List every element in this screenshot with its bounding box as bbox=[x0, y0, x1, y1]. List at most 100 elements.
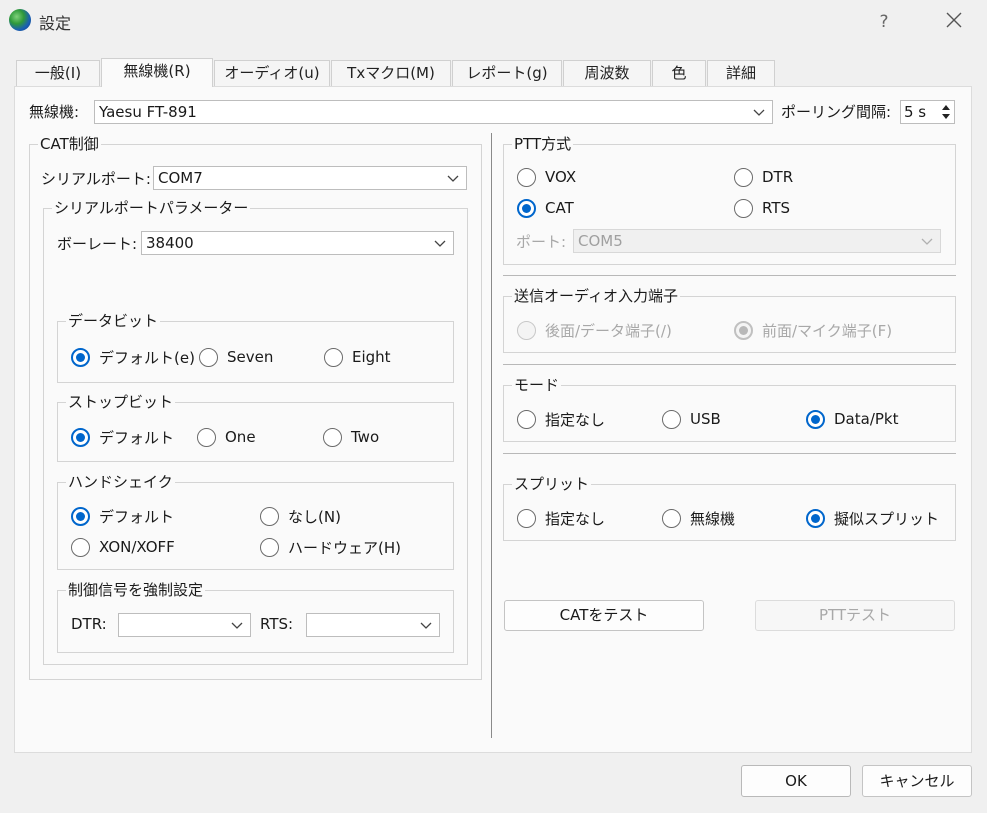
tab-general[interactable]: 一般(I) bbox=[16, 60, 100, 86]
radio-label: デフォルト(e) bbox=[99, 348, 195, 367]
title-bar bbox=[0, 0, 987, 44]
stop-bits-label: ストップビット bbox=[66, 392, 176, 412]
tab-advanced[interactable]: 詳細 bbox=[707, 60, 775, 86]
serial-port-value: COM7 bbox=[158, 169, 203, 187]
mode-label: モード bbox=[512, 375, 562, 395]
mode-none-radio[interactable]: 指定なし bbox=[517, 408, 605, 430]
radio-label: USB bbox=[690, 410, 721, 428]
radio-label: Seven bbox=[227, 348, 274, 366]
radio-label: One bbox=[225, 428, 256, 446]
radio-dot bbox=[197, 427, 216, 447]
chevron-down-icon bbox=[447, 175, 459, 182]
radio-label: Eight bbox=[352, 348, 391, 366]
ptt-port-label: ポート: bbox=[516, 233, 567, 251]
ptt-port-select: COM5 bbox=[573, 229, 941, 253]
baud-rate-value: 38400 bbox=[146, 234, 194, 252]
split-rig-radio[interactable]: 無線機 bbox=[662, 507, 735, 529]
tx-audio-rear-radio[interactable]: 後面/データ端子(/) bbox=[517, 319, 672, 341]
radio-label: デフォルト bbox=[99, 507, 175, 526]
data-bits-seven-radio[interactable]: Seven bbox=[199, 346, 273, 368]
polling-spinbox[interactable]: 5 s bbox=[900, 100, 955, 124]
radio-dot bbox=[71, 537, 90, 557]
radio-label: 無線機 bbox=[690, 509, 736, 528]
radio-label: Data/Pkt bbox=[834, 410, 899, 428]
radio-label: CAT bbox=[545, 199, 574, 217]
radio-label: XON/XOFF bbox=[99, 538, 175, 556]
separator bbox=[503, 275, 956, 276]
radio-label: DTR bbox=[762, 168, 794, 186]
tab-frequencies[interactable]: 周波数 bbox=[563, 60, 651, 86]
spin-arrows-icon[interactable] bbox=[940, 103, 952, 121]
radio-dot bbox=[517, 508, 536, 528]
serial-port-select[interactable]: COM7 bbox=[153, 166, 467, 190]
radio-dot bbox=[517, 320, 536, 340]
radio-dot bbox=[199, 347, 218, 367]
force-signals-label: 制御信号を強制設定 bbox=[66, 580, 206, 600]
rts-select[interactable] bbox=[306, 613, 440, 637]
rig-label: 無線機: bbox=[29, 103, 80, 121]
split-fake-radio[interactable]: 擬似スプリット bbox=[806, 507, 939, 529]
radio-dot bbox=[71, 427, 90, 447]
split-label: スプリット bbox=[512, 474, 592, 494]
ptt-cat-radio[interactable]: CAT bbox=[517, 197, 574, 219]
handshake-none-radio[interactable]: なし(N) bbox=[260, 505, 341, 527]
data-bits-label: データビット bbox=[66, 311, 161, 331]
radio-label: 前面/マイク端子(F) bbox=[762, 321, 893, 340]
radio-label: ハードウェア(H) bbox=[288, 538, 401, 557]
chevron-down-icon bbox=[420, 622, 432, 629]
radio-label: 指定なし bbox=[545, 509, 606, 528]
radio-label: 擬似スプリット bbox=[834, 509, 940, 528]
radio-dot bbox=[260, 506, 279, 526]
radio-dot bbox=[662, 508, 681, 528]
radio-dot bbox=[71, 347, 90, 367]
mode-data-pkt-radio[interactable]: Data/Pkt bbox=[806, 408, 898, 430]
test-ptt-button[interactable]: PTTテスト bbox=[755, 600, 955, 631]
stop-bits-default-radio[interactable]: デフォルト bbox=[71, 426, 174, 448]
chevron-down-icon bbox=[231, 622, 243, 629]
tab-radio[interactable]: 無線機(R) bbox=[101, 58, 213, 87]
ptt-vox-radio[interactable]: VOX bbox=[517, 166, 576, 188]
radio-label: Two bbox=[351, 428, 380, 446]
split-none-radio[interactable]: 指定なし bbox=[517, 507, 605, 529]
handshake-xonxoff-radio[interactable]: XON/XOFF bbox=[71, 536, 175, 558]
radio-dot bbox=[806, 409, 825, 429]
test-cat-button[interactable]: CATをテスト bbox=[504, 600, 704, 631]
radio-dot bbox=[324, 347, 343, 367]
ptt-rts-radio[interactable]: RTS bbox=[734, 197, 790, 219]
tab-reporting[interactable]: レポート(g) bbox=[452, 60, 562, 86]
separator bbox=[503, 364, 956, 365]
polling-label: ポーリング間隔: bbox=[781, 103, 892, 121]
stop-bits-one-radio[interactable]: One bbox=[197, 426, 256, 448]
handshake-hardware-radio[interactable]: ハードウェア(H) bbox=[260, 536, 401, 558]
dtr-select[interactable] bbox=[118, 613, 251, 637]
ptt-dtr-radio[interactable]: DTR bbox=[734, 166, 793, 188]
radio-dot bbox=[734, 320, 753, 340]
ptt-method-label: PTT方式 bbox=[512, 134, 574, 154]
globe-icon bbox=[9, 9, 31, 31]
radio-label: VOX bbox=[545, 168, 577, 186]
baud-rate-select[interactable]: 38400 bbox=[141, 231, 454, 255]
window-title: 設定 bbox=[39, 14, 72, 33]
ok-button[interactable]: OK bbox=[741, 765, 851, 797]
handshake-default-radio[interactable]: デフォルト bbox=[71, 505, 174, 527]
radio-dot bbox=[806, 508, 825, 528]
data-bits-eight-radio[interactable]: Eight bbox=[324, 346, 391, 368]
close-icon bbox=[946, 12, 962, 28]
mode-usb-radio[interactable]: USB bbox=[662, 408, 721, 430]
help-button[interactable]: ? bbox=[870, 8, 898, 36]
data-bits-default-radio[interactable]: デフォルト(e) bbox=[71, 346, 195, 368]
tab-colors[interactable]: 色 bbox=[652, 60, 706, 86]
radio-label: デフォルト bbox=[99, 428, 175, 447]
close-button[interactable] bbox=[938, 6, 970, 36]
tx-audio-front-radio[interactable]: 前面/マイク端子(F) bbox=[734, 319, 892, 341]
ptt-port-value: COM5 bbox=[578, 232, 623, 250]
baud-rate-label: ボーレート: bbox=[57, 235, 138, 253]
separator bbox=[503, 453, 956, 454]
tab-audio[interactable]: オーディオ(u) bbox=[214, 60, 330, 86]
tab-tx-macros[interactable]: Txマクロ(M) bbox=[331, 60, 451, 86]
dtr-label: DTR: bbox=[71, 615, 107, 633]
rig-select[interactable]: Yaesu FT-891 bbox=[94, 100, 773, 124]
stop-bits-two-radio[interactable]: Two bbox=[323, 426, 379, 448]
cancel-button[interactable]: キャンセル bbox=[862, 765, 972, 797]
handshake-label: ハンドシェイク bbox=[66, 472, 175, 492]
